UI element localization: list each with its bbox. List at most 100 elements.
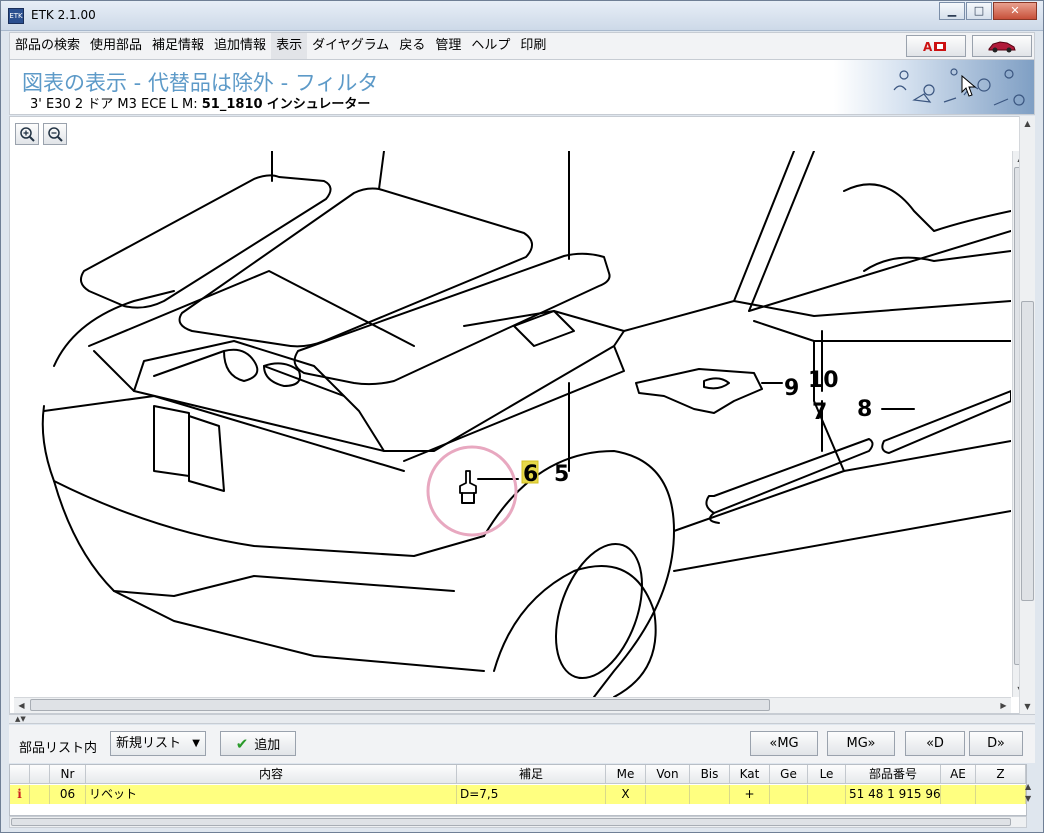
table-row[interactable]: i 06 リベット D=7,5 X + 51 48 1 915 964 (10, 785, 1026, 804)
vehicle-path: 3' E30 2 ドア M3 ECE L M: 51_1810 インシュレーター (30, 93, 370, 112)
cell-kat: + (730, 785, 770, 804)
col-header-von[interactable]: Von (646, 765, 690, 784)
cell-von (646, 785, 690, 804)
menu-item-diagram[interactable]: ダイヤグラム (307, 33, 394, 59)
menu-item-used-parts[interactable]: 使用部品 (85, 33, 147, 59)
insulation-pad-left (79, 174, 332, 309)
col-header-part-number[interactable]: 部品番号 (846, 765, 941, 784)
a-link-icon: A (923, 40, 946, 53)
menu-item-display[interactable]: 表示 (271, 33, 308, 59)
callout-5: 5 (554, 462, 569, 487)
add-button[interactable]: ✔ 追加 (220, 731, 296, 756)
maximize-button[interactable]: □ (966, 2, 992, 20)
info-icon[interactable]: i (10, 785, 30, 804)
table-hscroll-thumb[interactable] (11, 818, 1011, 826)
col-header-kat[interactable]: Kat (730, 765, 770, 784)
diagram-hscroll-thumb[interactable] (30, 699, 770, 711)
part-6-highlight-circle (426, 445, 518, 537)
cell-z (976, 785, 1026, 804)
window-controls: ▁ □ ✕ (938, 2, 1037, 22)
menu-item-supplementary-info[interactable]: 補足情報 (147, 33, 209, 59)
scroll-left-arrow-icon[interactable]: ◀ (14, 698, 29, 713)
parts-list-label: 部品リスト内 (19, 741, 98, 756)
table-header-row: Nr 内容 補足 Me Von Bis Kat Ge Le 部品番号 AE Z (10, 765, 1026, 784)
col-header-z[interactable]: Z (976, 765, 1026, 784)
part-9-bracket (635, 368, 763, 414)
menu-item-part-search[interactable]: 部品の検索 (10, 33, 85, 59)
zoom-in-icon (20, 127, 35, 142)
part-6-rivet (459, 470, 477, 494)
cell-part-number: 51 48 1 915 964 (846, 785, 941, 804)
col-header-bis[interactable]: Bis (690, 765, 730, 784)
parts-diagram[interactable]: 6 5 7 8 9 10 (14, 151, 1011, 697)
menu-item-print[interactable]: 印刷 (515, 33, 551, 59)
group-code: 51_1810 (201, 97, 263, 112)
zoom-in-button[interactable] (15, 123, 39, 145)
menu-item-help[interactable]: ヘルプ (466, 33, 515, 59)
parts-list-toolbar: 部品リスト内 新規リスト ▼ ✔ 追加 «MG MG» «D D» (9, 725, 1035, 763)
col-header-note[interactable]: 補足 (457, 765, 606, 784)
callout-9: 9 (784, 376, 799, 401)
part-7-sill (705, 438, 874, 514)
cell-me: X (606, 785, 646, 804)
cell-description: リベット (86, 785, 457, 804)
checkmark-icon: ✔ (235, 734, 249, 753)
col-header-ge[interactable]: Ge (770, 765, 808, 784)
prev-mg-button[interactable]: «MG (750, 731, 818, 756)
panel-vscroll-thumb[interactable] (1021, 301, 1034, 601)
scroll-right-arrow-icon[interactable]: ▶ (996, 698, 1011, 713)
panel-scroll-up-arrow-icon[interactable]: ▲ (1020, 116, 1035, 131)
col-header-flag[interactable] (30, 765, 50, 784)
col-header-nr[interactable]: Nr (50, 765, 86, 784)
cell-nr: 06 (50, 785, 86, 804)
cell-bis (690, 785, 730, 804)
list-select-value: 新規リスト (116, 736, 182, 751)
callout-8: 8 (857, 397, 872, 422)
vehicle-info: 3' E30 2 ドア M3 ECE L M: (30, 97, 202, 112)
diagram-horizontal-scrollbar[interactable]: ◀ ▶ (14, 697, 1011, 713)
col-header-me[interactable]: Me (606, 765, 646, 784)
panel-vertical-scrollbar[interactable]: ▲ ▼ (1019, 116, 1035, 714)
cell-le (808, 785, 846, 804)
callout-7: 7 (812, 400, 827, 425)
list-select[interactable]: 新規リスト ▼ (110, 731, 206, 756)
col-header-ae[interactable]: AE (941, 765, 976, 784)
prev-d-button[interactable]: «D (905, 731, 965, 756)
panel-scroll-down-arrow-icon[interactable]: ▼ (1020, 699, 1035, 714)
zoom-out-button[interactable] (43, 123, 67, 145)
diagram-panel: 6 5 7 8 9 10 ▲ ▼ ◀ ▶ (9, 116, 1035, 714)
zoom-out-icon (48, 127, 63, 142)
vehicle-button[interactable] (972, 35, 1032, 57)
menu-item-back[interactable]: 戻る (394, 33, 430, 59)
minimize-button[interactable]: ▁ (939, 2, 965, 20)
zoom-toolbar (15, 123, 71, 145)
next-mg-button[interactable]: MG» (827, 731, 895, 756)
callout-10: 10 (808, 368, 839, 393)
hand-cursor-icon (961, 74, 977, 97)
table-vertical-scrollbar[interactable]: ▲ ▼ (1025, 764, 1035, 816)
panel-splitter[interactable]: ▲▼ (9, 714, 1035, 724)
parts-table: Nr 内容 補足 Me Von Bis Kat Ge Le 部品番号 AE Z … (9, 764, 1027, 816)
group-name: インシュレーター (266, 97, 371, 112)
menu-item-additional-info[interactable]: 追加情報 (209, 33, 271, 59)
next-d-button[interactable]: D» (969, 731, 1023, 756)
title-bar: ETK ETK 2.1.00 ▁ □ ✕ (1, 1, 1043, 31)
cell-ge (770, 785, 808, 804)
col-header-le[interactable]: Le (808, 765, 846, 784)
table-scroll-down-arrow-icon[interactable]: ▼ (1025, 794, 1031, 803)
car-front-exploded-diagram: 6 5 7 8 9 10 (41, 151, 1011, 697)
chevron-down-icon: ▼ (192, 738, 200, 749)
menu-item-admin[interactable]: 管理 (430, 33, 466, 59)
cell-note: D=7,5 (457, 785, 606, 804)
add-button-label: 追加 (254, 738, 281, 753)
table-scroll-up-arrow-icon[interactable]: ▲ (1025, 782, 1031, 791)
parts-collage-icon (893, 68, 1025, 106)
table-horizontal-scrollbar[interactable] (9, 816, 1027, 828)
collapse-arrows-icon[interactable]: ▲▼ (15, 715, 26, 723)
col-header-description[interactable]: 内容 (86, 765, 457, 784)
app-window: ETK ETK 2.1.00 ▁ □ ✕ 部品の検索 使用部品 補足情報 追加情… (0, 0, 1044, 833)
col-header-icon[interactable] (10, 765, 30, 784)
callout-6: 6 (523, 462, 538, 487)
a-link-button[interactable]: A (906, 35, 966, 57)
close-button[interactable]: ✕ (993, 2, 1037, 20)
